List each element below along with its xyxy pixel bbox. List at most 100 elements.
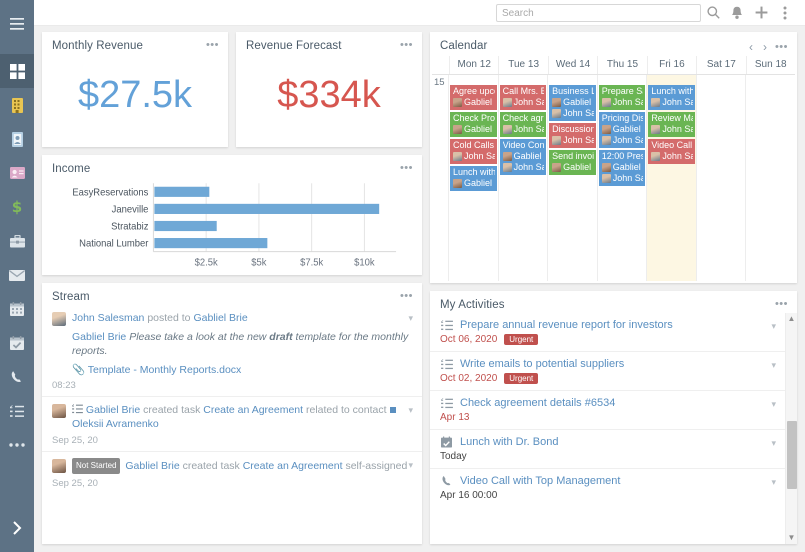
calendar-header-6[interactable]: Sun 18	[745, 56, 795, 74]
calendar-event-attendee: John Sa	[453, 151, 495, 162]
calendar-event[interactable]: Send invoiceGabliel	[549, 150, 596, 175]
calendar-icon	[10, 302, 24, 316]
activity-title[interactable]: Prepare annual revenue report for invest…	[460, 319, 673, 331]
card-menu-button[interactable]: •••	[400, 40, 413, 51]
calendar-event[interactable]: Discussion John Sa	[549, 123, 596, 148]
avatar	[453, 125, 462, 134]
chevron-down-icon[interactable]: ▾	[408, 405, 413, 416]
scroll-up-arrow[interactable]: ▲	[788, 313, 796, 325]
chevron-down-icon[interactable]: ▾	[408, 313, 413, 324]
stream-task[interactable]: Create an Agreement	[243, 460, 343, 472]
calendar-day-cell[interactable]: Call Mrs. BJohn SaCheck agreementJohn Sa…	[497, 75, 548, 281]
chevron-down-icon[interactable]: ▾	[771, 399, 776, 410]
calendar-header-0[interactable]: Mon 12	[449, 56, 498, 74]
calendar-day-cell[interactable]	[745, 75, 795, 281]
chevron-down-icon[interactable]: ▾	[771, 360, 776, 371]
sidebar-item-dashboard[interactable]	[0, 54, 34, 88]
calendar-event[interactable]: Business L Gabliel John Sa	[549, 85, 596, 121]
card-title: Income	[52, 163, 91, 175]
calendar-event[interactable]: Lunch with John Sa	[648, 85, 695, 110]
calendar-day-cell[interactable]: Agree upcomingGablielCheck ProductGablie…	[449, 75, 498, 281]
sidebar-item-activities[interactable]	[0, 326, 34, 360]
sidebar-item-companies[interactable]	[0, 88, 34, 122]
calendar-header-5[interactable]: Sat 17	[696, 56, 745, 74]
calendar-day-cell[interactable]: Business L Gabliel John Sa Discussion John S…	[547, 75, 597, 281]
plus-icon[interactable]	[749, 1, 773, 25]
calendar-event[interactable]: Check ProductGabliel	[450, 112, 497, 137]
calendar-event[interactable]: Check agreementJohn Sa	[499, 112, 547, 137]
chevron-down-icon[interactable]: ▾	[771, 321, 776, 332]
sidebar-expand-button[interactable]	[0, 516, 34, 544]
calendar-event[interactable]: Pricing DiscussionGablielJohn Sa	[598, 112, 646, 148]
scrollbar-thumb[interactable]	[787, 421, 797, 489]
calendar-next-button[interactable]: ›	[761, 40, 769, 54]
calendar-prev-button[interactable]: ‹	[747, 40, 755, 54]
calendar-event-attendee: John Sa	[502, 162, 544, 173]
calendar-event[interactable]: Video ConferenceGablielJohn Sa	[499, 139, 547, 175]
calendar-event[interactable]: Review Ma John Sa	[648, 112, 695, 137]
sidebar-item-calendar[interactable]	[0, 292, 34, 326]
calendar-header-1[interactable]: Tue 13	[498, 56, 547, 74]
calendar-event-title: Business L	[552, 86, 594, 96]
card-menu-button[interactable]: •••	[775, 299, 788, 310]
calendar-event[interactable]: Agree upcomingGabliel	[450, 85, 497, 110]
sidebar-item-tasks[interactable]	[0, 394, 34, 428]
calendar-event[interactable]: Cold Calls John Sa	[450, 139, 497, 164]
calendar-event-attendee: John Sa	[552, 135, 594, 146]
stream-author[interactable]: Gabliel Brie	[125, 460, 179, 472]
chevron-down-icon[interactable]: ▾	[408, 460, 413, 471]
sidebar-item-contacts[interactable]	[0, 122, 34, 156]
activities-scrollbar[interactable]: ▲ ▼	[785, 313, 797, 544]
stream-contact[interactable]: Oleksii Avramenko	[72, 418, 159, 430]
calendar-day-cell[interactable]	[695, 75, 746, 281]
search-input[interactable]	[496, 4, 701, 23]
calendar-day-cell[interactable]: Prepare SaJohn SaPricing DiscussionGabli…	[596, 75, 647, 281]
stream-action: posted to	[147, 312, 191, 324]
stream-author[interactable]: Gabliel Brie	[86, 404, 140, 416]
calendar-header-4[interactable]: Fri 16	[646, 56, 696, 74]
activity-title[interactable]: Video Call with Top Management	[460, 475, 620, 487]
my-activities-card: My Activities ••• ▾ Prepare annual reven…	[430, 291, 797, 544]
calendar-event[interactable]: Lunch with Gabliel	[450, 166, 497, 191]
sidebar-item-invoices[interactable]	[0, 224, 34, 258]
sidebar-item-leads[interactable]	[0, 156, 34, 190]
chevron-down-icon[interactable]: ▾	[771, 438, 776, 449]
calendar-event-title: Discussion	[552, 124, 594, 134]
stream-list: ▾ John Salesman posted to Gabliel Brie G…	[42, 305, 422, 544]
bell-icon[interactable]	[725, 1, 749, 25]
calendar-day-cell[interactable]: Lunch with John Sa Review Ma John Sa Video C…	[646, 75, 696, 281]
sidebar-item-deals[interactable]: $	[0, 190, 34, 224]
card-menu-button[interactable]: •••	[400, 291, 413, 302]
calendar-event[interactable]: Call Mrs. B John Sa	[499, 85, 547, 110]
calendar-header-2[interactable]: Wed 14	[547, 56, 597, 74]
card-menu-button[interactable]: •••	[206, 40, 219, 51]
activity-title[interactable]: Write emails to potential suppliers	[460, 358, 624, 370]
sidebar-item-more[interactable]	[0, 428, 34, 462]
card-menu-button[interactable]: •••	[400, 163, 413, 174]
calendar-header-3[interactable]: Thu 15	[597, 56, 646, 74]
kebab-menu-icon[interactable]	[773, 1, 797, 25]
search-icon[interactable]	[701, 1, 725, 25]
stream-task[interactable]: Create an Agreement	[203, 404, 303, 416]
calendar-event[interactable]: 12:00 PresentationGablielJohn Sa	[598, 150, 646, 186]
scroll-down-arrow[interactable]: ▼	[788, 532, 796, 544]
avatar	[552, 109, 562, 118]
sidebar-item-menu-toggle[interactable]	[0, 7, 34, 41]
task-list-icon	[440, 319, 453, 331]
calendar-event-attendee: John Sa	[651, 97, 693, 108]
calendar-event-title: Check Product	[453, 113, 495, 123]
stream-author[interactable]: John Salesman	[72, 312, 144, 324]
activity-title[interactable]: Lunch with Dr. Bond	[460, 436, 558, 448]
sidebar-item-calls[interactable]	[0, 360, 34, 394]
search-wrapper	[496, 3, 701, 23]
sidebar-item-mail[interactable]	[0, 258, 34, 292]
stream-attachment[interactable]: 📎 Template - Monthly Reports.docx	[52, 358, 412, 376]
calendar-event[interactable]: Video Call John Sa	[648, 139, 695, 164]
stream-target[interactable]: Gabliel Brie	[193, 312, 247, 324]
chevron-down-icon[interactable]: ▾	[771, 477, 776, 488]
card-menu-button[interactable]: •••	[775, 42, 788, 53]
calendar-event[interactable]: Prepare Sa John Sa	[598, 85, 646, 110]
avatar	[651, 125, 661, 134]
activity-title[interactable]: Check agreement details #6534	[460, 397, 615, 409]
stream-message-mention[interactable]: Gabliel Brie	[72, 331, 126, 343]
